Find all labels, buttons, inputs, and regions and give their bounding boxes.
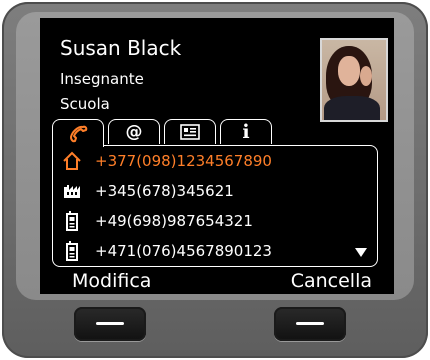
contact-job-title: Insegnante xyxy=(60,70,144,88)
phone-number: +49(698)987654321 xyxy=(95,212,253,230)
softkey-bar: Modifica Cancella xyxy=(40,270,394,294)
tab-email[interactable]: @ xyxy=(108,119,160,144)
left-softkey-button[interactable] xyxy=(74,307,146,341)
tab-info[interactable]: i xyxy=(220,119,272,144)
phone-handset-icon xyxy=(70,125,88,142)
list-item[interactable]: +345(678)345621 xyxy=(53,176,377,206)
mobile-phone-icon xyxy=(66,241,78,261)
scroll-down-icon[interactable] xyxy=(355,248,367,258)
phone-number: +471(076)4567890123 xyxy=(95,242,272,260)
list-item[interactable]: +471(076)4567890123 xyxy=(53,236,377,266)
mobile-phone-icon xyxy=(66,211,78,231)
softkey-modifica: Modifica xyxy=(72,270,152,292)
phone-device: Susan Black Insegnante Scuola @ i +377(0… xyxy=(2,2,428,358)
right-softkey-button[interactable] xyxy=(274,307,346,341)
phone-number-list: +377(098)1234567890 +345(678)345621 +49(… xyxy=(52,145,378,267)
phone-number: +345(678)345621 xyxy=(95,182,234,200)
contact-company: Scuola xyxy=(60,95,110,113)
list-item[interactable]: +377(098)1234567890 xyxy=(53,146,377,176)
at-icon: @ xyxy=(125,122,143,142)
home-icon xyxy=(63,151,81,170)
phone-number: +377(098)1234567890 xyxy=(95,152,272,170)
display-screen: Susan Black Insegnante Scuola @ i +377(0… xyxy=(40,18,394,294)
vcard-icon xyxy=(180,124,200,140)
tab-phone-numbers[interactable] xyxy=(52,119,104,147)
contact-name: Susan Black xyxy=(60,36,182,60)
list-item[interactable]: +49(698)987654321 xyxy=(53,206,377,236)
contact-photo xyxy=(320,38,388,122)
softkey-cancella: Cancella xyxy=(290,270,372,292)
info-icon: i xyxy=(242,121,250,143)
contact-tabs: @ i xyxy=(52,119,282,147)
office-building-icon xyxy=(64,185,80,198)
tab-vcard[interactable] xyxy=(164,119,216,144)
